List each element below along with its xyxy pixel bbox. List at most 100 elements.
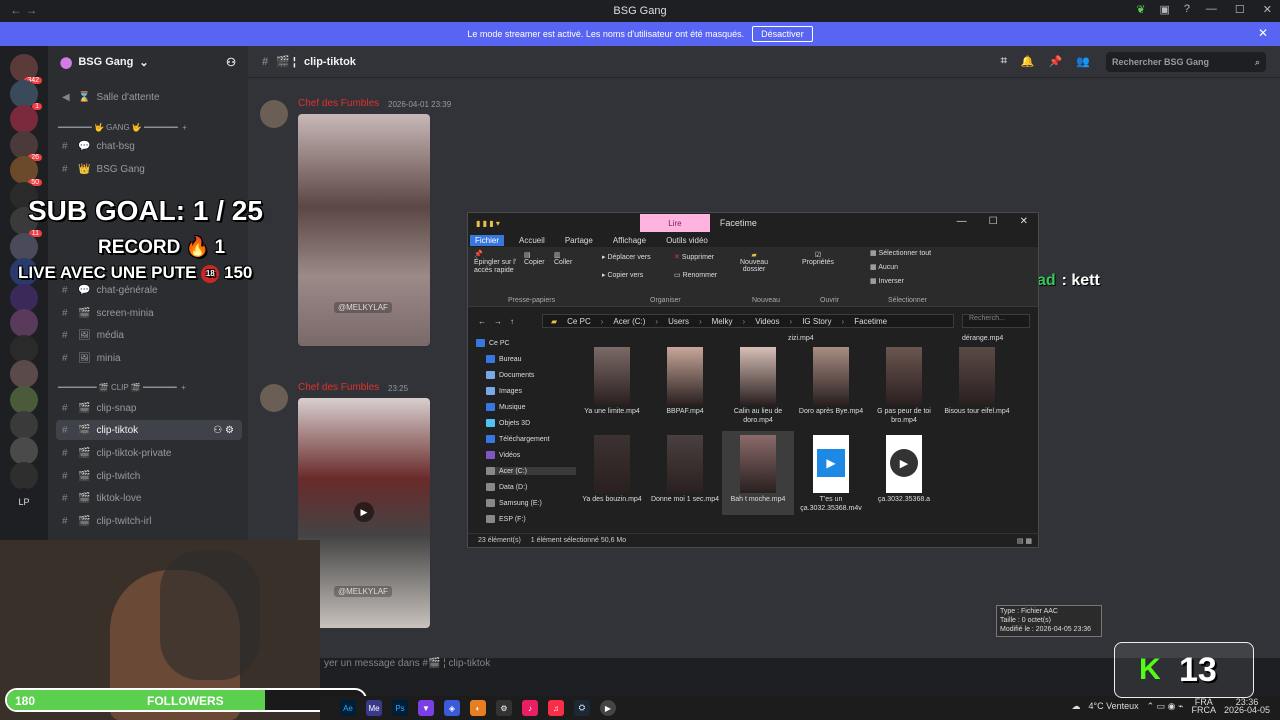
channel-item[interactable]: ◀ ⌛ Salle d'attente [56, 87, 242, 107]
up-icon[interactable]: ↑ [510, 317, 514, 326]
nav-item[interactable]: Images [486, 387, 522, 395]
tray-icons[interactable]: ⌃ ▭ ◉ ⌁ [1147, 701, 1184, 712]
message-author[interactable]: Chef des Fumbles [298, 382, 379, 393]
breadcrumb-item[interactable]: Users [668, 317, 689, 326]
leaf-icon[interactable]: ❦ [1136, 3, 1145, 16]
channel-item[interactable]: # 🎬 screen-minia [56, 303, 242, 323]
play-icon[interactable]: ▶ [354, 502, 374, 522]
new-folder-button[interactable]: ▰ Nouveau dossier [740, 251, 768, 273]
clock[interactable]: 23:36 2026-04-05 [1224, 698, 1270, 715]
pin-icon[interactable]: 📌 [1049, 55, 1063, 68]
ribbon-tab[interactable]: Affichage [608, 235, 651, 246]
breadcrumb-item[interactable]: Melky [712, 317, 733, 326]
server-icon[interactable]: 26 [10, 130, 42, 161]
move-to-button[interactable]: ▸ Déplacer vers [602, 253, 651, 261]
select-all-button[interactable]: ▦ Sélectionner tout [870, 249, 931, 257]
explorer-search-input[interactable]: Recherch... [962, 314, 1030, 328]
file-tile[interactable]: Calin au lieu de doro.mp4 [722, 343, 794, 427]
maximize-icon[interactable]: ☐ [1235, 3, 1245, 16]
invert-selection-button[interactable]: ▦ Inverser [870, 277, 904, 285]
tiktok-icon[interactable]: ♪ [522, 700, 538, 716]
close-icon[interactable]: ✕ [1263, 3, 1272, 16]
back-icon[interactable]: ← → [10, 3, 37, 17]
breadcrumb-item[interactable]: Acer (C:) [613, 317, 645, 326]
server-icon[interactable]: LP [10, 487, 38, 516]
channel-item[interactable]: # 👑 BSG Gang [56, 159, 242, 179]
breadcrumb-item[interactable]: Facetime [854, 317, 887, 326]
rename-button[interactable]: ▭ Renommer [674, 271, 717, 279]
avatar[interactable] [260, 100, 288, 128]
nav-item[interactable]: Bureau [486, 355, 522, 363]
nav-item[interactable]: Vidéos [486, 451, 520, 459]
quick-access-icons[interactable]: ▮ ▮ ▮ ▾ [476, 219, 500, 228]
file-tile[interactable]: ▶ ça.3032.35368.a [868, 431, 940, 515]
copy-to-button[interactable]: ▸ Copier vers [602, 271, 643, 279]
file-tile[interactable]: Bisous tour eifel.mp4 [941, 343, 1013, 427]
nav-item[interactable]: Acer (C:) [486, 467, 576, 475]
paste-button[interactable]: ▥ Coller [554, 251, 572, 266]
nav-item[interactable]: Objets 3D [486, 419, 530, 427]
channel-item[interactable]: # 💬 chat-bsg [56, 136, 242, 156]
avatar[interactable] [260, 384, 288, 412]
channel-item[interactable]: # 🎬 tiktok-love [56, 488, 242, 508]
server-icon[interactable] [10, 309, 38, 337]
add-member-icon[interactable]: ⚇ [226, 56, 236, 69]
server-icon[interactable]: 342 [10, 54, 42, 84]
guild-search-input[interactable]: Rechercher BSG Gang ⌕ [1106, 52, 1266, 72]
minimize-icon[interactable]: — [1206, 3, 1217, 16]
view-toggle-icons[interactable]: ▤ ▦ [1017, 537, 1032, 545]
after-effects-icon[interactable]: Ae [340, 700, 356, 716]
pin-button[interactable]: 📌 Épingler sur l' accès rapide [474, 251, 516, 275]
ribbon-tab[interactable]: Outils vidéo [661, 235, 713, 246]
channel-settings-icon[interactable]: ⚇ ⚙ [213, 425, 234, 436]
input-language[interactable]: FRA FRCA [1191, 698, 1216, 715]
photoshop-icon[interactable]: Ps [392, 700, 408, 716]
file-tile[interactable]: BBPAF.mp4 [649, 343, 721, 427]
channel-item[interactable]: # 🎬 clip-tiktok-private [56, 443, 242, 463]
server-icon[interactable] [10, 105, 38, 133]
breadcrumb-item[interactable]: Videos [755, 317, 779, 326]
server-icon[interactable] [10, 334, 38, 363]
category-gang[interactable]: ━━━━━━━ 🤟 GANG 🤟 ━━━━━━━ + [58, 123, 187, 132]
shield-icon[interactable]: ◈ [444, 700, 460, 716]
properties-button[interactable]: ☑ Propriétés [802, 251, 834, 266]
nav-item[interactable]: ESP (F:) [486, 515, 526, 523]
channel-item[interactable]: # 🎬 clip-snap [56, 398, 242, 418]
inbox-icon[interactable]: ▣ [1159, 3, 1169, 16]
ribbon-tab[interactable]: Fichier [470, 234, 505, 246]
file-tile[interactable]: ▶ T'es un ça.3032.35368.m4v [795, 431, 867, 515]
nav-item[interactable]: Documents [486, 371, 534, 379]
breadcrumb-item[interactable]: Ce PC [567, 317, 591, 326]
select-none-button[interactable]: ▦ Aucun [870, 263, 898, 271]
copy-button[interactable]: ▤ Copier [524, 251, 545, 266]
ribbon-tab[interactable]: Accueil [514, 235, 550, 246]
server-icon[interactable] [10, 385, 38, 414]
steam-icon[interactable]: ⛭ [574, 700, 590, 716]
file-tile[interactable]: Bah t moche.mp4 [722, 431, 794, 515]
settings-icon[interactable]: ⚙ [496, 700, 512, 716]
channel-item[interactable]: # 🖼 média [56, 325, 242, 345]
channel-item[interactable]: # 🎬 clip-twitch [56, 466, 242, 486]
address-bar[interactable]: ▰ Ce PC › Acer (C:) › Users › Melky › Videos › IG S… [542, 314, 954, 328]
file-tile[interactable]: Ya une limite.mp4 [576, 343, 648, 427]
channel-item[interactable]: # 🎬 clip-twitch-irl [56, 511, 242, 531]
nav-item[interactable]: Ce PC [476, 339, 510, 347]
bell-icon[interactable]: 🔔 [1021, 55, 1035, 68]
weather-text[interactable]: 4°C Venteux [1088, 701, 1138, 711]
file-tile[interactable]: Donne moi 1 sec.mp4 [649, 431, 721, 515]
channel-item[interactable]: # 🎬 clip-tiktok ⚇ ⚙ [56, 420, 242, 440]
banner-close-icon[interactable]: ✕ [1258, 26, 1268, 40]
nav-item[interactable]: Data (D:) [486, 483, 527, 491]
media-encoder-icon[interactable]: Me [366, 700, 382, 716]
server-icon[interactable] [10, 411, 38, 439]
browser-icon[interactable]: ◐ [470, 700, 486, 716]
channel-item[interactable]: # 🖼 minia [56, 348, 242, 368]
file-tile[interactable]: Doro après Bye.mp4 [795, 343, 867, 427]
server-icon[interactable] [10, 360, 38, 388]
members-icon[interactable]: 👥 [1076, 55, 1090, 68]
minimize-icon[interactable]: — [957, 216, 967, 227]
nav-item[interactable]: Samsung (E:) [486, 499, 542, 507]
threads-icon[interactable]: ⌗ [1001, 55, 1007, 68]
server-icon[interactable]: 50 [10, 156, 42, 186]
maximize-icon[interactable]: ☐ [989, 216, 998, 227]
